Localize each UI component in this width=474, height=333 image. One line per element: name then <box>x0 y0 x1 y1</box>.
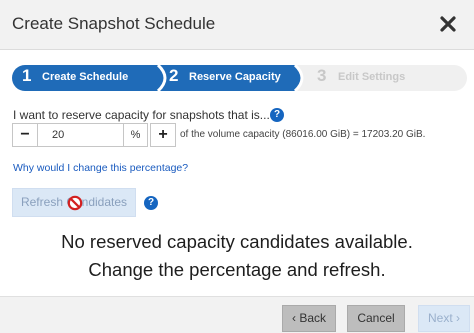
refresh-candidates-button[interactable]: Refresh Candidates <box>12 188 136 217</box>
refresh-help-icon[interactable]: ? <box>144 196 158 210</box>
capacity-calculation: of the volume capacity (86016.00 GiB) = … <box>180 129 426 140</box>
next-button[interactable]: Next › <box>418 305 470 332</box>
question-help-icon[interactable]: ? <box>270 108 284 122</box>
not-allowed-cursor-icon <box>67 195 83 211</box>
close-button[interactable] <box>436 10 460 38</box>
close-icon <box>440 16 456 32</box>
step-label: Create Schedule <box>42 71 129 83</box>
reserve-question: I want to reserve capacity for snapshots… <box>13 108 270 122</box>
step-label: Reserve Capacity <box>189 71 281 83</box>
back-label: Back <box>299 311 327 325</box>
back-button[interactable]: ‹ Back <box>282 305 336 332</box>
why-change-percentage-link[interactable]: Why would I change this percentage? <box>13 162 188 174</box>
cancel-button[interactable]: Cancel <box>347 305 405 332</box>
dialog-header: Create Snapshot Schedule <box>0 0 474 50</box>
step-number: 2 <box>169 66 179 85</box>
step-label: Edit Settings <box>338 71 406 83</box>
percentage-input[interactable] <box>38 123 124 147</box>
increment-button[interactable]: + <box>150 123 176 147</box>
empty-message-line-2: Change the percentage and refresh. <box>88 259 386 280</box>
percent-unit: % <box>124 123 148 147</box>
wizard-steps: 1 Create Schedule 2 Reserve Capacity 3 E… <box>12 64 467 92</box>
step-number: 1 <box>22 66 32 85</box>
chevron-right-icon: › <box>456 311 461 325</box>
step-number: 3 <box>317 66 327 85</box>
empty-message-line-1: No reserved capacity candidates availabl… <box>61 231 413 252</box>
next-label: Next <box>427 311 453 325</box>
chevron-left-icon: ‹ <box>291 311 296 325</box>
dialog-title: Create Snapshot Schedule <box>12 14 216 33</box>
decrement-button[interactable]: − <box>12 123 38 147</box>
